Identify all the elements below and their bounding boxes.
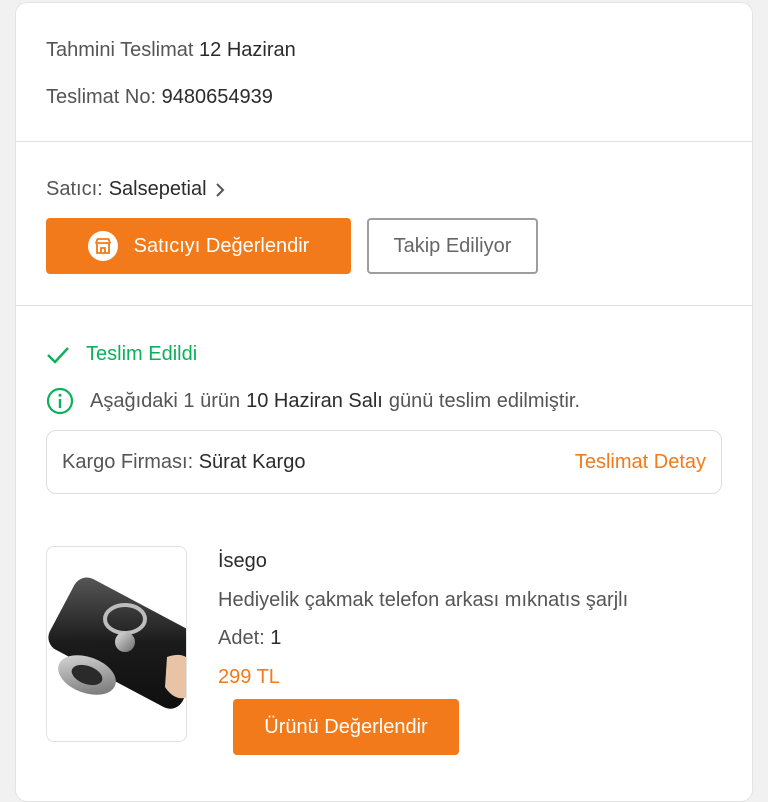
seller-name: Salsepetial <box>108 178 207 200</box>
delivery-detail-link[interactable]: Teslimat Detay <box>575 451 706 474</box>
delivery-info-text: Aşağıdaki 1 ürün 10 Haziran Salı günü te… <box>46 387 580 415</box>
seller-label: Satıcı: <box>46 178 103 200</box>
divider <box>16 305 752 306</box>
info-prefix: Aşağıdaki 1 ürün <box>90 389 241 412</box>
cargo-info-box: Kargo Firması: Sürat Kargo Teslimat Deta… <box>46 430 722 494</box>
quantity-value: 1 <box>270 627 282 649</box>
rate-seller-button[interactable]: Satıcıyı Değerlendir <box>46 218 351 274</box>
rate-product-button[interactable]: Ürünü Değerlendir <box>233 699 459 755</box>
cargo-value: Sürat Kargo <box>198 450 306 473</box>
check-icon <box>46 346 70 364</box>
delivery-status: Teslim Edildi <box>46 343 197 366</box>
delivery-status-text: Teslim Edildi <box>86 343 198 365</box>
divider <box>16 141 752 142</box>
chevron-right-icon <box>215 182 225 198</box>
estimated-delivery-label: Tahmini Teslimat <box>46 39 194 61</box>
quantity-label: Adet: <box>218 627 265 649</box>
info-date: 10 Haziran Salı <box>246 389 383 412</box>
estimated-delivery: Tahmini Teslimat 12 Haziran <box>46 39 296 62</box>
product-name[interactable]: Hediyelik çakmak telefon arkası mıknatıs… <box>218 589 628 612</box>
rate-product-label: Ürünü Değerlendir <box>264 715 428 738</box>
info-icon <box>46 387 74 415</box>
delivery-number-label: Teslimat No: <box>46 86 157 108</box>
delivery-info-section: Tahmini Teslimat 12 Haziran Teslimat No:… <box>16 3 752 141</box>
delivery-number-value: 9480654939 <box>161 86 273 108</box>
info-suffix: günü teslim edilmiştir. <box>388 389 581 412</box>
order-card: Tahmini Teslimat 12 Haziran Teslimat No:… <box>15 2 753 802</box>
cargo-label: Kargo Firması: <box>62 450 194 473</box>
product-brand: İsego <box>218 550 267 572</box>
store-icon <box>87 231 118 261</box>
cargo-company: Kargo Firması: Sürat Kargo <box>62 451 305 474</box>
product-image[interactable] <box>46 546 187 742</box>
seller-link[interactable]: Satıcı: Salsepetial <box>46 178 225 201</box>
delivery-number: Teslimat No: 9480654939 <box>46 86 273 109</box>
estimated-delivery-value: 12 Haziran <box>199 39 296 61</box>
rate-seller-label: Satıcıyı Değerlendir <box>133 234 310 257</box>
product-quantity: Adet: 1 <box>218 627 281 650</box>
following-label: Takip Ediliyor <box>393 234 512 257</box>
product-price: 299 TL <box>218 666 280 688</box>
following-button[interactable]: Takip Ediliyor <box>367 218 538 274</box>
